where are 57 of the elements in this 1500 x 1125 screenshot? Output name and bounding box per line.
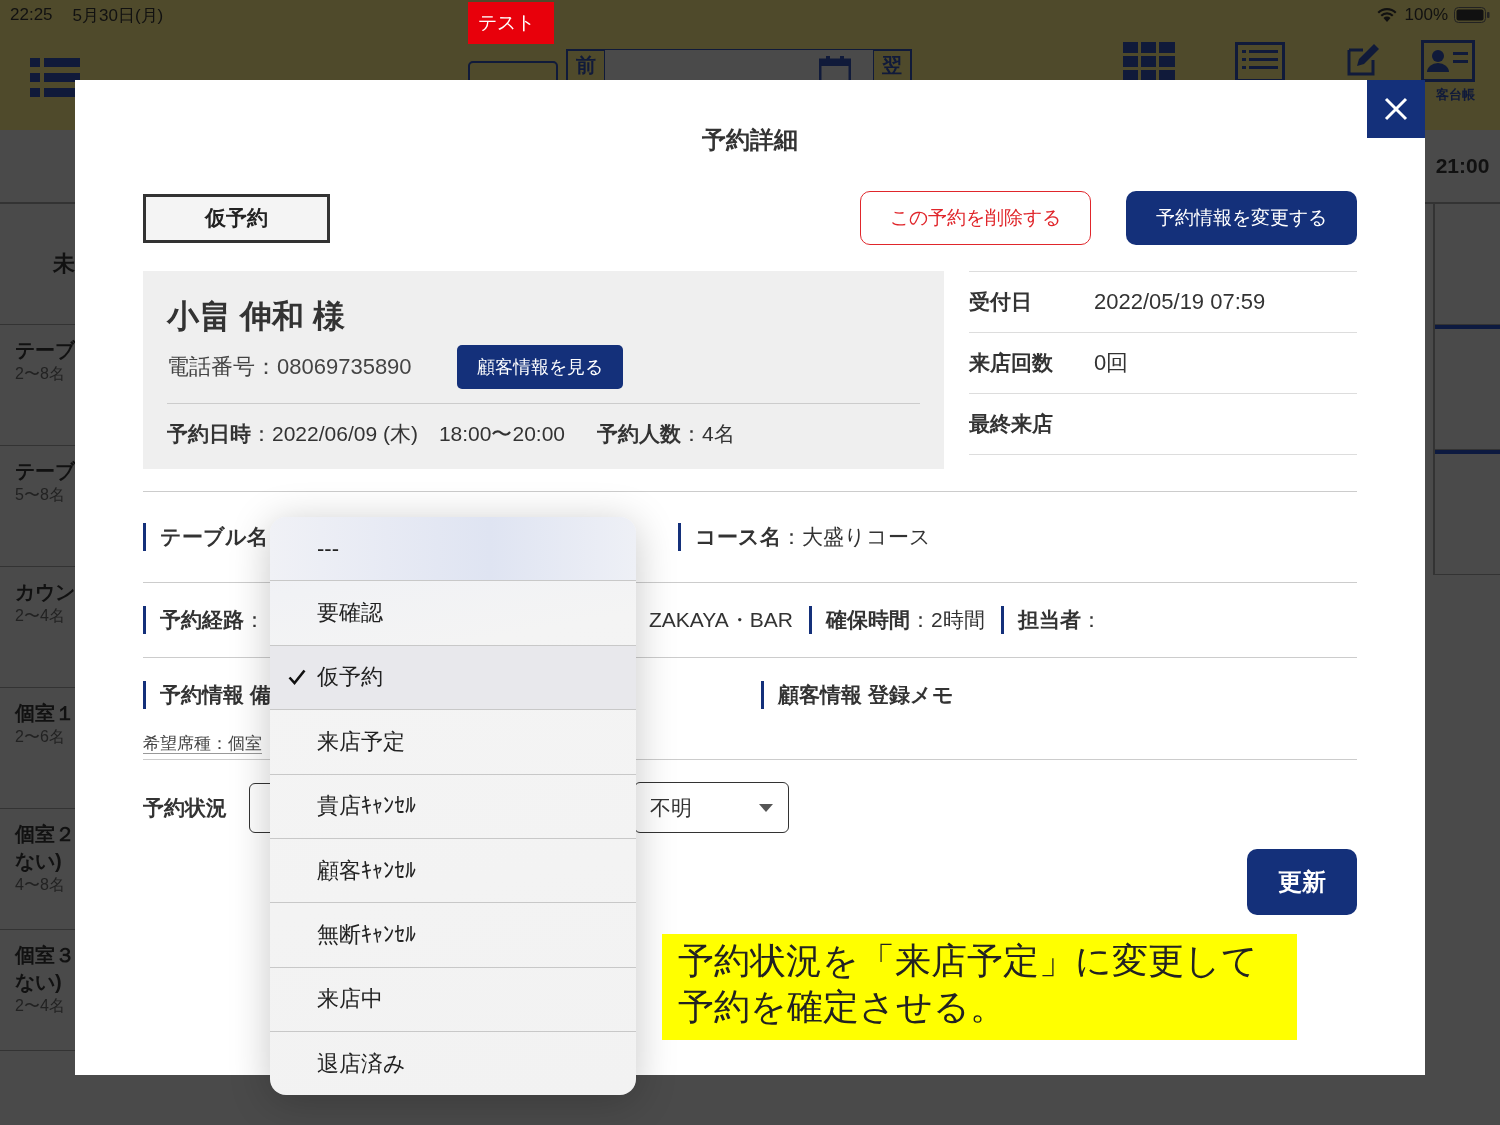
caret-icon (759, 803, 773, 812)
status-label: 予約状況 (143, 794, 227, 821)
menu-option[interactable]: 無断ｷｬﾝｾﾙ (270, 903, 636, 968)
party-size: 予約人数：4名 (597, 421, 735, 447)
time-label: 21:00 (1435, 154, 1490, 178)
delete-button[interactable]: この予約を削除する (860, 191, 1091, 245)
duration-text: 確保時間：2時間 (808, 606, 985, 634)
staff-text: 担当者： (1000, 606, 1102, 634)
edit-button[interactable]: 予約情報を変更する (1126, 191, 1357, 245)
status-time: 22:25 (10, 5, 53, 25)
stat-label: 来店回数 (969, 350, 1054, 376)
menu-option[interactable]: 顧客ｷｬﾝｾﾙ (270, 838, 636, 904)
course-text: コース名：大盛りコース (678, 523, 931, 551)
close-icon (1384, 97, 1408, 121)
table-name: 個室１ (15, 701, 75, 726)
battery-percent: 100% (1404, 5, 1448, 25)
menu-option[interactable]: 要確認 (270, 581, 636, 646)
column-header: 未 (53, 250, 75, 278)
stat-label: 最終来店 (969, 411, 1054, 437)
phone-number: 電話番号：08069735890 (167, 353, 412, 381)
customer-book-label: 客台帳 (1436, 86, 1475, 104)
reservation-datetime: 予約日時：2022/06/09 (木) 18:00〜20:00 (167, 421, 566, 447)
status-tag: 仮予約 (143, 193, 330, 243)
table-note: ない) (15, 970, 63, 995)
table-name: テーブ (15, 459, 75, 484)
menu-option[interactable]: 退店済み (270, 1032, 636, 1095)
wifi-icon (1376, 7, 1397, 23)
menu-option[interactable]: --- (270, 517, 636, 582)
test-badge: テスト (468, 2, 554, 44)
table-note: ない) (15, 849, 63, 874)
close-button[interactable] (1367, 80, 1425, 138)
table-name: テーブ (15, 338, 75, 363)
menu-option[interactable]: 来店予定 (270, 710, 636, 775)
check-icon (288, 669, 306, 686)
status-date: 5月30日(月) (72, 4, 164, 27)
menu-option[interactable]: 貴店ｷｬﾝｾﾙ (270, 774, 636, 839)
grid-icon[interactable] (1123, 42, 1175, 82)
stat-label: 受付日 (969, 289, 1033, 315)
menu-icon[interactable] (30, 58, 80, 98)
seat-request: 希望席種：個室 (143, 734, 262, 754)
battery-icon (1454, 7, 1490, 23)
annotation-note: 予約状況を「来店予定」に変更して 予約を確定させる。 (662, 934, 1297, 1040)
route-value: ZAKAYA・BAR (649, 607, 793, 633)
customer-info-button[interactable]: 顧客情報を見る (456, 345, 623, 389)
route-text: 予約経路： (143, 606, 265, 634)
stat-value: 0回 (1094, 349, 1129, 377)
menu-option[interactable]: 仮予約 (270, 645, 636, 711)
menu-option[interactable]: 来店中 (270, 967, 636, 1033)
customer-memo-label: 顧客情報 登録メモ (760, 681, 954, 709)
update-button[interactable]: 更新 (1247, 849, 1357, 915)
dialog-title: 予約詳細 (701, 125, 799, 155)
table-name: 個室２ (15, 822, 75, 847)
table-name: 個室３ (15, 943, 75, 968)
stat-value: 2022/05/19 07:59 (1094, 289, 1266, 315)
table-name: カウン (15, 580, 75, 605)
customer-name: 小畠 伸和 様 (167, 297, 346, 336)
list-icon[interactable] (1235, 42, 1285, 82)
